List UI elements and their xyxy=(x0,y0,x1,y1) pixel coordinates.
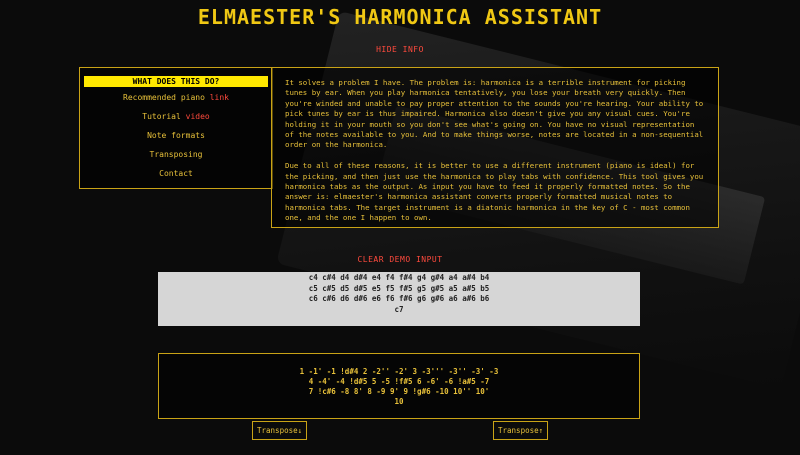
input-line: c4 c#4 d4 d#4 e4 f4 f#4 g4 g#4 a4 a#4 b4 xyxy=(308,273,490,282)
output-line: 10 xyxy=(394,397,404,406)
notes-input[interactable]: c4 c#4 d4 d#4 e4 f4 f#4 g4 g#4 a4 a#4 b4… xyxy=(158,272,640,326)
input-line: c7 xyxy=(394,304,404,314)
video-link[interactable]: video xyxy=(186,112,210,121)
transpose-down-button[interactable]: Transpose↓ xyxy=(252,421,308,440)
output-line: 1 -1' -1 !d#4 2 -2'' -2' 3 -3''' -3'' -3… xyxy=(299,367,499,376)
menu-item-recommended-piano[interactable]: Recommended piano link xyxy=(80,88,272,107)
info-paragraph: It solves a problem I have. The problem … xyxy=(285,78,704,150)
hide-info-link[interactable]: HIDE INFO xyxy=(0,45,800,54)
tabs-output: 1 -1' -1 !d#4 2 -2'' -2' 3 -3''' -3'' -3… xyxy=(158,353,640,419)
output-line: 7 !c#6 -8 8' 8 -9 9' 9 !g#6 -10 10'' 10' xyxy=(308,387,490,396)
menu-item-label: Tutorial xyxy=(142,112,186,121)
menu-item-transposing[interactable]: Transposing xyxy=(80,145,272,164)
clear-demo-input-link[interactable]: CLEAR DEMO INPUT xyxy=(0,255,800,264)
menu-item-contact[interactable]: Contact xyxy=(80,164,272,183)
output-line: 4 -4' -4 !d#5 5 -5 !f#5 6 -6' -6 !a#5 -7 xyxy=(308,377,490,386)
menu-item-tutorial[interactable]: Tutorial video xyxy=(80,107,272,126)
menu-item-what-does-this-do[interactable]: WHAT DOES THIS DO? xyxy=(84,76,268,87)
transpose-up-button[interactable]: Transpose↑ xyxy=(493,421,549,440)
info-menu: WHAT DOES THIS DO? Recommended piano lin… xyxy=(79,67,273,189)
info-panel: It solves a problem I have. The problem … xyxy=(271,67,719,228)
page-title: ELMAESTER'S HARMONICA ASSISTANT xyxy=(197,5,603,29)
menu-item-note-formats[interactable]: Note formats xyxy=(80,126,272,145)
input-line: c5 c#5 d5 d#5 e5 f5 f#5 g5 g#5 a5 a#5 b5 xyxy=(308,283,490,293)
input-line: c6 c#6 d6 d#6 e6 f6 f#6 g6 g#6 a6 a#6 b6 xyxy=(308,294,490,303)
menu-item-label: Recommended piano xyxy=(123,93,210,102)
info-paragraph: Due to all of these reasons, it is bette… xyxy=(285,161,704,223)
piano-link[interactable]: link xyxy=(210,93,229,102)
